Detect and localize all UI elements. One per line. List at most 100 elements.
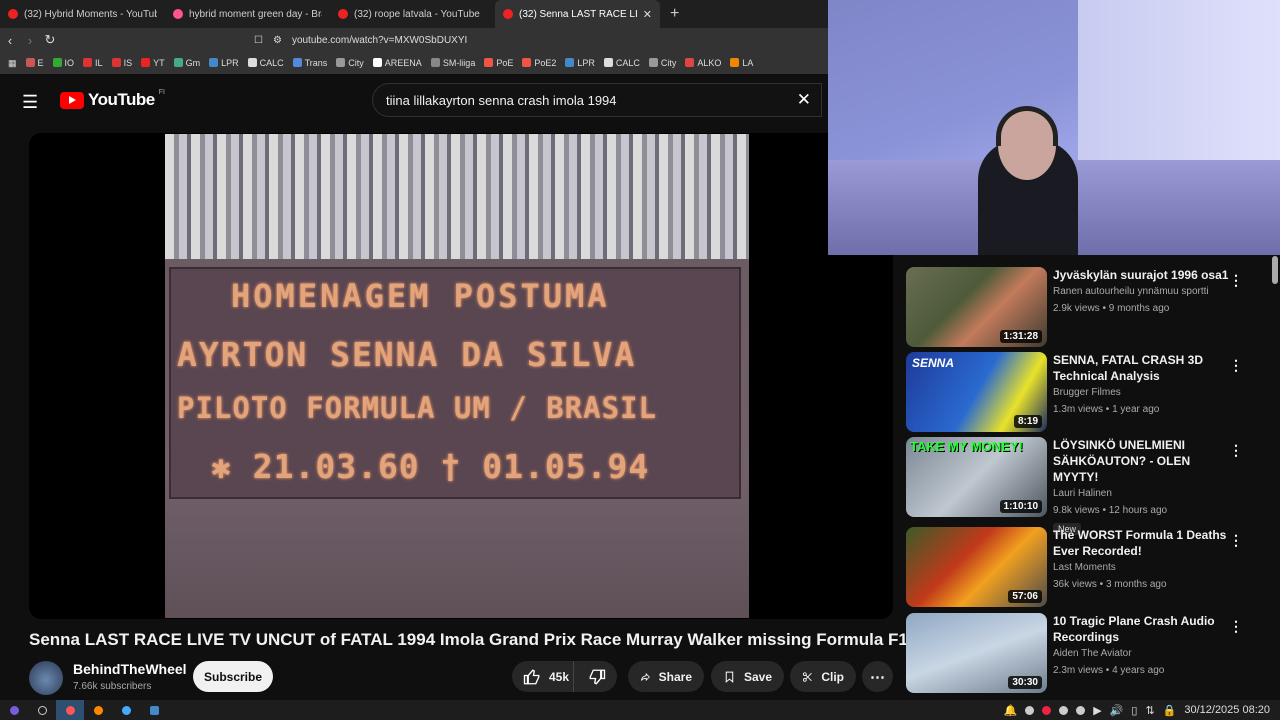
bookmarks-bar: ▦ E IO IL IS YT Gm LPR CALC Trans City A… xyxy=(0,52,830,74)
scoreboard-image: HOMENAGEM POSTUMA AYRTON SENNA DA SILVA … xyxy=(169,267,741,499)
more-vertical-icon[interactable]: ⋮ xyxy=(1229,357,1243,374)
bookmark-item[interactable]: AREENA xyxy=(372,58,422,68)
youtube-favicon-icon xyxy=(338,9,348,19)
bookmark-item[interactable]: Trans xyxy=(292,58,327,68)
network-icon[interactable]: ⇅ xyxy=(1145,704,1154,717)
channel-avatar[interactable] xyxy=(29,661,63,695)
hamburger-menu-icon[interactable]: ☰ xyxy=(22,92,38,113)
share-button[interactable]: Share xyxy=(628,661,704,692)
clear-search-icon[interactable]: ✕ xyxy=(797,90,811,110)
thumbs-down-icon xyxy=(589,669,606,685)
site-info-icon[interactable]: ⚙ xyxy=(273,35,282,46)
video-thumbnail[interactable]: TAKE MY MONEY! 1:10:10 xyxy=(906,437,1047,517)
video-player[interactable]: HOMENAGEM POSTUMA AYRTON SENNA DA SILVA … xyxy=(29,133,893,619)
more-actions-button[interactable]: ⋯ xyxy=(862,661,893,692)
search-input[interactable]: tiina lillakayrton senna crash imola 199… xyxy=(372,83,822,117)
bookmark-item[interactable]: PoE2 xyxy=(522,58,556,68)
reload-icon[interactable]: ↻ xyxy=(40,32,60,48)
video-thumbnail[interactable]: 57:06 xyxy=(906,527,1047,607)
related-video-item[interactable]: TAKE MY MONEY! 1:10:10 LÖYSINKÖ UNELMIEN… xyxy=(906,437,1266,535)
save-button[interactable]: Save xyxy=(711,661,784,692)
bookmark-item[interactable]: PoE xyxy=(484,58,513,68)
youtube-play-icon xyxy=(60,91,84,109)
bookmark-item[interactable]: E xyxy=(25,58,44,68)
more-vertical-icon[interactable]: ⋮ xyxy=(1229,618,1243,635)
volume-icon[interactable]: 🔊 xyxy=(1110,704,1124,717)
apps-grid-icon[interactable]: ▦ xyxy=(8,58,17,69)
related-videos-list: 1:31:28 Jyväskylän suurajot 1996 osa1 Ra… xyxy=(906,255,1280,700)
browser-tab-3[interactable]: (32) roope latvala - YouTube xyxy=(330,0,495,28)
scrollbar-thumb[interactable] xyxy=(1272,256,1278,284)
os-taskbar: 🔔 ▶ 🔊 ▯ ⇅ 🔒 30/12/2025 08:20 xyxy=(0,700,1280,720)
notification-bell-icon[interactable]: 🔔 xyxy=(1004,704,1018,717)
start-menu-icon[interactable] xyxy=(0,700,28,720)
close-tab-icon[interactable]: ✕ xyxy=(643,8,652,21)
more-vertical-icon[interactable]: ⋮ xyxy=(1229,272,1243,289)
tray-app-icon[interactable] xyxy=(1076,705,1086,715)
related-video-item[interactable]: SENNA 8:19 SENNA, FATAL CRASH 3D Technic… xyxy=(906,352,1266,432)
address-bar: ‹ › ↻ ☐ ⚙ youtube.com/watch?v=MXW0SbDUXY… xyxy=(0,28,830,52)
bookmark-item[interactable]: CALC xyxy=(247,58,284,68)
more-vertical-icon[interactable]: ⋮ xyxy=(1229,532,1243,549)
video-thumbnail[interactable]: 1:31:28 xyxy=(906,267,1047,347)
bookmark-item[interactable]: IS xyxy=(111,58,132,68)
firefox-icon[interactable] xyxy=(84,700,112,720)
bookmark-item[interactable]: Gm xyxy=(173,58,200,68)
tray-app-icon[interactable] xyxy=(1025,705,1035,715)
browser-tab-1[interactable]: (32) Hybrid Moments - YouTube xyxy=(0,0,165,28)
clock-datetime[interactable]: 30/12/2025 08:20 xyxy=(1184,704,1270,716)
bookmark-item[interactable]: ALKO xyxy=(685,58,721,68)
url-text: youtube.com/watch?v=MXW0SbDUXYI xyxy=(291,34,468,46)
like-button[interactable]: 45k xyxy=(512,661,574,692)
thumbs-up-icon xyxy=(523,668,540,684)
bookmark-item[interactable]: IL xyxy=(83,58,103,68)
like-dislike-group: 45k xyxy=(512,661,617,692)
more-vertical-icon[interactable]: ⋮ xyxy=(1229,442,1243,459)
tab-bar: (32) Hybrid Moments - YouTube hybrid mom… xyxy=(0,0,830,28)
webcam-overlay xyxy=(828,0,1280,255)
bookmark-item[interactable]: YT xyxy=(141,58,165,68)
browser-tab-active[interactable]: (32) Senna LAST RACE LIV ✕ xyxy=(495,0,660,28)
browser-tab-2[interactable]: hybrid moment green day - Bra xyxy=(165,0,330,28)
video-frame: HOMENAGEM POSTUMA AYRTON SENNA DA SILVA … xyxy=(165,134,749,618)
back-icon[interactable]: ‹ xyxy=(0,33,20,48)
steam-icon[interactable] xyxy=(112,700,140,720)
related-video-item[interactable]: 1:31:28 Jyväskylän suurajot 1996 osa1 Ra… xyxy=(906,267,1266,347)
media-play-icon[interactable]: ▶ xyxy=(1093,704,1101,717)
bookmark-item[interactable]: LPR xyxy=(209,58,239,68)
youtube-favicon-icon xyxy=(8,9,18,19)
youtube-logo[interactable]: YouTube FI xyxy=(60,89,165,110)
system-tray: 🔔 ▶ 🔊 ▯ ⇅ 🔒 30/12/2025 08:20 xyxy=(1004,700,1271,720)
brave-favicon-icon xyxy=(173,9,183,19)
tray-app-icon[interactable] xyxy=(1059,705,1069,715)
bookmark-icon[interactable]: ☐ xyxy=(254,35,263,46)
brave-browser-icon[interactable] xyxy=(56,700,84,720)
bookmark-item[interactable]: LA xyxy=(730,58,753,68)
more-horizontal-icon: ⋯ xyxy=(870,668,885,686)
bookmark-save-icon xyxy=(725,671,734,683)
lock-icon[interactable]: 🔒 xyxy=(1163,704,1177,717)
dislike-button[interactable] xyxy=(582,661,606,692)
video-thumbnail[interactable]: 30:30 xyxy=(906,613,1047,693)
headset-icon xyxy=(996,106,1058,146)
video-thumbnail[interactable]: SENNA 8:19 xyxy=(906,352,1047,432)
forward-icon[interactable]: › xyxy=(20,33,40,48)
related-video-item[interactable]: 30:30 10 Tragic Plane Crash Audio Record… xyxy=(906,613,1266,693)
new-tab-button[interactable]: + xyxy=(660,5,689,23)
bookmark-item[interactable]: City xyxy=(648,58,676,68)
channel-name[interactable]: BehindTheWheel xyxy=(73,661,187,677)
bookmark-item[interactable]: CALC xyxy=(603,58,640,68)
url-field[interactable]: ☐ ⚙ youtube.com/watch?v=MXW0SbDUXYI xyxy=(74,30,614,50)
taskbar-app-clock-icon[interactable] xyxy=(28,700,56,720)
bookmark-item[interactable]: LPR xyxy=(565,58,595,68)
clip-button[interactable]: Clip xyxy=(790,661,856,692)
bookmark-item[interactable]: IO xyxy=(52,58,74,68)
battery-icon[interactable]: ▯ xyxy=(1131,704,1137,717)
subscribe-button[interactable]: Subscribe xyxy=(193,661,273,692)
bookmark-item[interactable]: City xyxy=(336,58,364,68)
file-manager-icon[interactable] xyxy=(140,700,168,720)
bookmark-item[interactable]: SM-liiga xyxy=(430,58,475,68)
related-video-item[interactable]: 57:06 The WORST Formula 1 Deaths Ever Re… xyxy=(906,527,1266,607)
record-icon[interactable] xyxy=(1042,705,1052,715)
scissors-icon xyxy=(802,671,812,682)
